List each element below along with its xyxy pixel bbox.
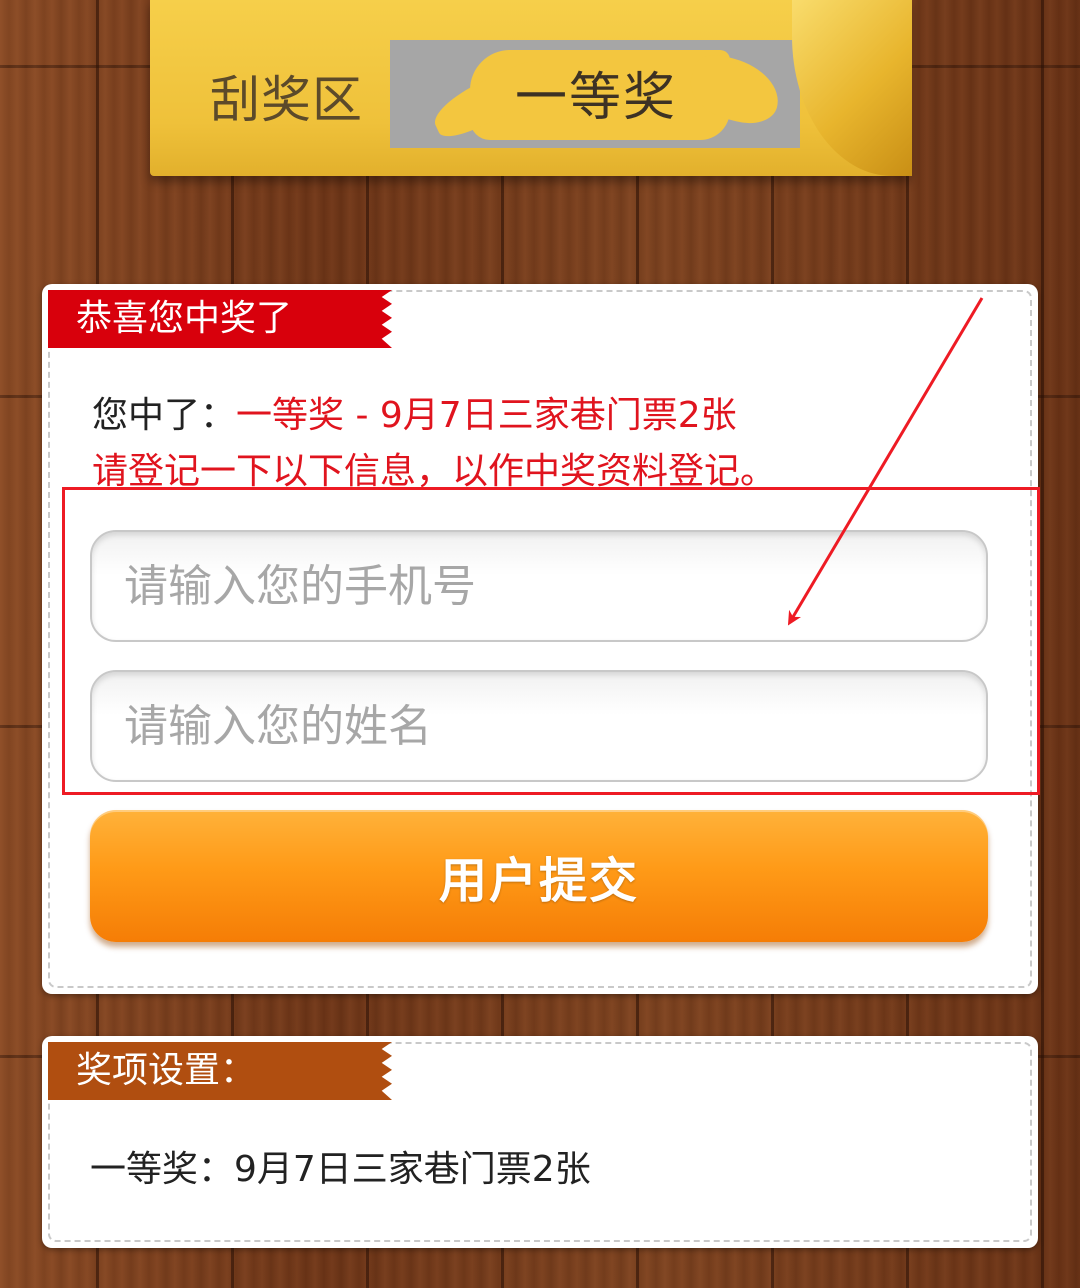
- congrats-ribbon: 恭喜您中奖了: [48, 290, 392, 348]
- name-input[interactable]: [90, 670, 988, 782]
- registration-notice: 请登记一下以下信息，以作中奖资料登记。: [92, 451, 777, 492]
- winning-card: 恭喜您中奖了 您中了：一等奖 - 9月7日三家巷门票2张 请登记一下以下信息，以…: [42, 284, 1038, 994]
- prize-settings-card: 奖项设置： 一等奖：9月7日三家巷门票2张: [42, 1036, 1038, 1248]
- win-prefix: 您中了：: [92, 395, 237, 436]
- scratch-banner: 刮奖区 一等奖: [150, 0, 912, 176]
- scratch-prize-text: 一等奖: [515, 68, 678, 128]
- page-curl-decoration: [792, 0, 912, 176]
- prize-list-item: 一等奖：9月7日三家巷门票2张: [90, 1149, 591, 1190]
- submit-button[interactable]: 用户提交: [90, 810, 988, 942]
- win-prize-text: 一等奖 - 9月7日三家巷门票2张: [236, 395, 737, 436]
- phone-input[interactable]: [90, 530, 988, 642]
- win-result-line: 您中了：一等奖 - 9月7日三家巷门票2张: [92, 392, 737, 440]
- prize-settings-ribbon: 奖项设置：: [48, 1042, 392, 1100]
- scratch-area-label: 刮奖区: [210, 71, 363, 129]
